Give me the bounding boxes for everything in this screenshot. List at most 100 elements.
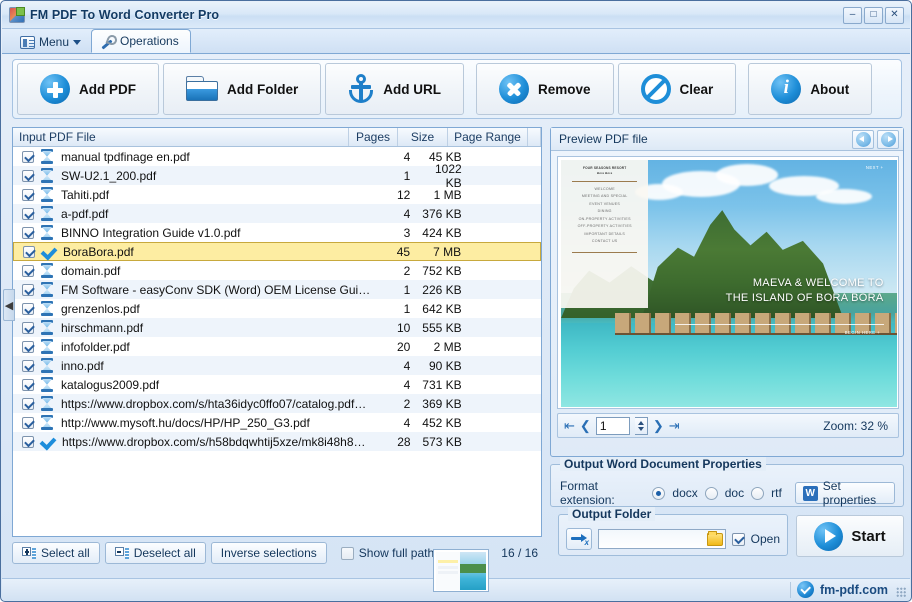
add-pdf-button[interactable]: Add PDF (17, 63, 159, 115)
open-after-checkbox[interactable] (732, 533, 745, 546)
maximize-button[interactable]: □ (864, 7, 883, 24)
table-row[interactable]: http://www.mysoft.hu/docs/HP/HP_250_G3.p… (13, 413, 541, 432)
tab-operations[interactable]: Operations (91, 29, 191, 53)
row-checkbox[interactable] (22, 360, 34, 372)
show-full-path-label: Show full path (359, 546, 434, 560)
row-checkbox[interactable] (22, 265, 34, 277)
row-checkbox[interactable] (22, 227, 34, 239)
table-row[interactable]: Tahiti.pdf121 MB (13, 185, 541, 204)
preview-canvas[interactable]: FOUR SEASONS RESORT Bora Bora WELCOMEMEE… (557, 156, 899, 409)
preview-doc-menu-item: ON-PROPERTY ACTIVITIES (578, 216, 632, 224)
open-output-folder-button[interactable]: x (566, 528, 592, 550)
inverse-selections-label: Inverse selections (221, 546, 317, 560)
radio-doc-label: doc (725, 486, 744, 500)
table-row[interactable]: domain.pdf2752 KB (13, 261, 541, 280)
column-header-pages[interactable]: Pages (349, 128, 398, 146)
menu-label: Menu (39, 35, 69, 49)
radio-rtf-label: rtf (771, 486, 782, 500)
hourglass-icon (40, 187, 54, 202)
cell-pages: 4 (372, 378, 419, 392)
row-checkbox[interactable] (22, 208, 34, 220)
list-scrollbar[interactable] (538, 147, 541, 536)
table-row[interactable]: inno.pdf490 KB (13, 356, 541, 375)
collapse-panel-handle[interactable]: ◀ (3, 289, 15, 321)
cell-file-name: http://www.mysoft.hu/docs/HP/HP_250_G3.p… (61, 416, 372, 430)
column-header-size[interactable]: Size (398, 128, 448, 146)
hourglass-icon (40, 377, 54, 392)
first-page-icon[interactable]: ⇤ (564, 419, 575, 432)
add-folder-button[interactable]: Add Folder (163, 63, 321, 115)
radio-doc[interactable] (705, 487, 718, 500)
page-number-stepper[interactable] (635, 417, 648, 435)
check-circle-icon (797, 581, 814, 598)
converted-check-icon (41, 244, 57, 259)
row-checkbox[interactable] (23, 246, 35, 258)
row-checkbox[interactable] (22, 322, 34, 334)
preview-next-button[interactable] (877, 130, 899, 149)
deselect-all-button[interactable]: Deselect all (105, 542, 206, 564)
preview-headline: MAEVA & WELCOME TO THE ISLAND OF BORA BO… (662, 276, 884, 305)
prev-page-icon[interactable]: ❮ (580, 419, 591, 432)
set-properties-button[interactable]: W Set properties (795, 482, 895, 504)
table-row[interactable]: hirschmann.pdf10555 KB (13, 318, 541, 337)
row-checkbox[interactable] (22, 284, 34, 296)
column-header-page-range[interactable]: Page Range (448, 128, 528, 146)
preview-doc-menu-item: DINING (578, 208, 632, 216)
show-full-path-checkbox[interactable] (341, 547, 354, 560)
row-checkbox[interactable] (22, 436, 34, 448)
preview-begin-link: BEGIN HERE + (845, 330, 880, 335)
table-row[interactable]: infofolder.pdf202 MB (13, 337, 541, 356)
row-checkbox[interactable] (22, 303, 34, 315)
show-full-path-toggle[interactable]: Show full path (332, 542, 443, 564)
row-checkbox[interactable] (22, 151, 34, 163)
minimize-button[interactable]: – (843, 7, 862, 24)
cell-size: 90 KB (418, 359, 465, 373)
preview-doc-menu: WELCOMEMEETING AND SPECIALEVENT VENUESDI… (578, 186, 632, 246)
play-icon (814, 522, 843, 551)
table-row[interactable]: a-pdf.pdf4376 KB (13, 204, 541, 223)
table-row[interactable]: FM Software - easyConv SDK (Word) OEM Li… (13, 280, 541, 299)
input-file-list[interactable]: Input PDF File Pages Size Page Range man… (12, 127, 542, 537)
row-checkbox[interactable] (22, 170, 34, 182)
arrow-right-icon (881, 132, 896, 147)
cell-size: 2 MB (418, 340, 465, 354)
radio-rtf[interactable] (751, 487, 764, 500)
browse-folder-icon[interactable] (707, 533, 723, 546)
preview-doc-menu-item: EVENT VENUES (578, 201, 632, 209)
output-path-input[interactable] (598, 529, 726, 549)
row-checkbox[interactable] (22, 189, 34, 201)
radio-docx[interactable] (652, 487, 665, 500)
open-after-label: Open (751, 532, 780, 546)
menu-button[interactable]: Menu (16, 32, 88, 52)
last-page-icon[interactable]: ⇥ (669, 419, 680, 432)
table-row[interactable]: katalogus2009.pdf4731 KB (13, 375, 541, 394)
clear-button[interactable]: Clear (618, 63, 737, 115)
set-properties-label: Set properties (823, 479, 887, 507)
output-word-properties-group: Output Word Document Properties Format e… (550, 464, 904, 507)
next-page-icon[interactable]: ❯ (653, 419, 664, 432)
table-row[interactable]: SW-U2.1_200.pdf11022 KB (13, 166, 541, 185)
about-label: About (810, 82, 849, 97)
table-row[interactable]: BINNO Integration Guide v1.0.pdf3424 KB (13, 223, 541, 242)
row-checkbox[interactable] (22, 417, 34, 429)
table-row[interactable]: BoraBora.pdf457 MB (13, 242, 541, 261)
row-checkbox[interactable] (22, 379, 34, 391)
table-row[interactable]: https://www.dropbox.com/s/hta36idyc0ffo0… (13, 394, 541, 413)
remove-button[interactable]: Remove (476, 63, 614, 115)
table-row[interactable]: https://www.dropbox.com/s/h58bdqwhtij5xz… (13, 432, 541, 451)
table-row[interactable]: grenzenlos.pdf1642 KB (13, 299, 541, 318)
preview-prev-button[interactable] (852, 130, 874, 149)
about-button[interactable]: i About (748, 63, 872, 115)
row-checkbox[interactable] (22, 398, 34, 410)
add-url-button[interactable]: Add URL (325, 63, 464, 115)
remove-label: Remove (538, 82, 591, 97)
close-button[interactable]: ✕ (885, 7, 904, 24)
column-header-name[interactable]: Input PDF File (13, 128, 349, 146)
select-all-button[interactable]: Select all (12, 542, 100, 564)
preview-panel: Preview PDF file (550, 127, 904, 457)
row-checkbox[interactable] (22, 341, 34, 353)
page-number-input[interactable]: 1 (596, 417, 630, 435)
resize-grip[interactable] (896, 587, 906, 597)
start-button[interactable]: Start (796, 515, 904, 557)
inverse-selections-button[interactable]: Inverse selections (211, 542, 327, 564)
